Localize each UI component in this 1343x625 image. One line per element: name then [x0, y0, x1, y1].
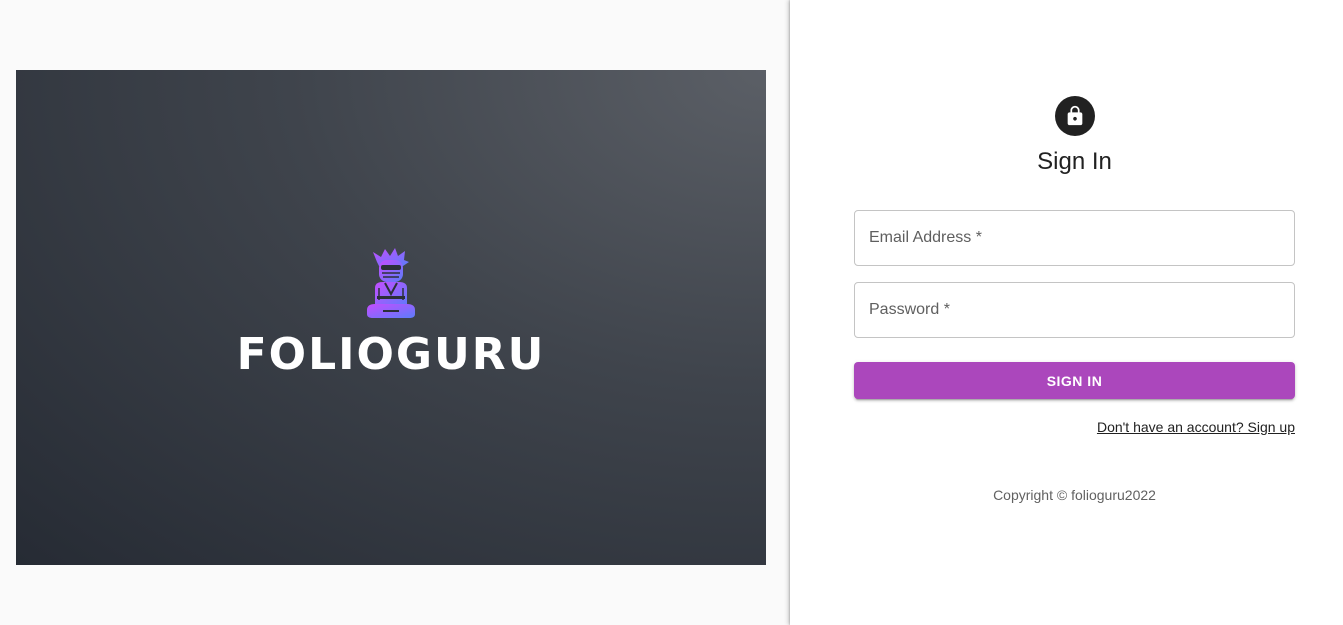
lock-icon [1067, 105, 1082, 126]
signup-row: Don't have an account? Sign up [854, 419, 1295, 437]
hero-image: FOLIOGURU [16, 70, 766, 565]
password-field[interactable]: Password * [854, 282, 1295, 339]
sign-in-button[interactable]: SIGN IN [854, 362, 1295, 400]
page-title: Sign In [1037, 148, 1112, 175]
brand-name: FOLIOGURU [236, 329, 546, 380]
brand-logo: FOLIOGURU [16, 248, 766, 380]
email-field[interactable]: Email Address * [854, 210, 1295, 267]
copyright-text: Copyright © folioguru2022 [993, 487, 1156, 504]
lock-avatar [1054, 96, 1095, 136]
hero-panel: FOLIOGURU [0, 0, 790, 625]
signin-panel: Sign In Email Address * Password * SIGN … [790, 0, 1343, 625]
ninja-mascot-icon [367, 248, 415, 318]
signin-form: Sign In Email Address * Password * SIGN … [854, 96, 1295, 517]
password-label: Password * [869, 301, 950, 319]
sign-up-link[interactable]: Don't have an account? Sign up [1097, 419, 1295, 435]
email-label: Email Address * [869, 229, 982, 247]
